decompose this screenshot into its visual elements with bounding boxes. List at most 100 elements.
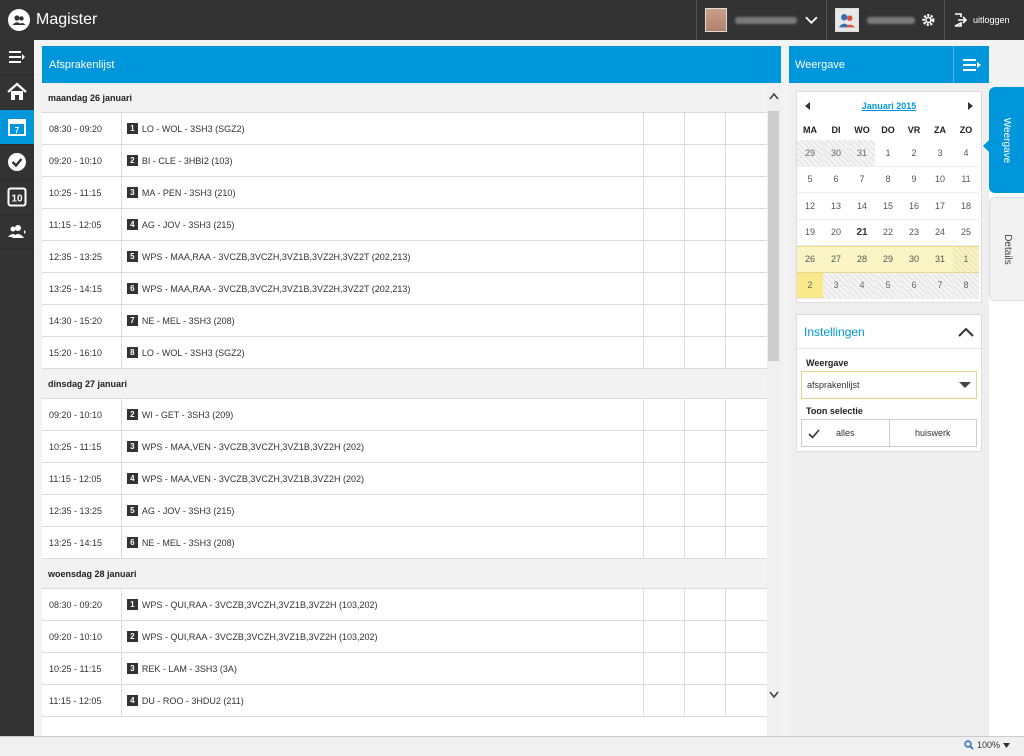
option-all-button[interactable]: alles (802, 420, 889, 446)
previous-month-icon[interactable] (803, 101, 813, 111)
nav-tasks[interactable] (0, 145, 34, 180)
calendar-day[interactable]: 31 (927, 246, 953, 273)
calendar-day[interactable]: 12 (797, 193, 823, 220)
calendar-day[interactable]: 1 (953, 246, 979, 273)
menu-toggle-button[interactable] (0, 40, 34, 75)
appointment-description-cell: 3 MA - PEN - 3SH3 (210) (122, 177, 645, 208)
appointment-row[interactable]: 13:25 - 14:15 6 NE - MEL - 3SH3 (208) (42, 527, 767, 559)
appointment-description: LO - WOL - 3SH3 (SGZ2) (141, 347, 245, 358)
appointment-time: 11:15 - 12:05 (42, 685, 122, 716)
calendar-day[interactable]: 21 (849, 220, 875, 246)
appointment-description-cell: 4 AG - JOV - 3SH3 (215) (122, 209, 645, 240)
appointment-row[interactable]: 09:20 - 10:10 2 WI - GET - 3SH3 (209) (42, 399, 767, 431)
nav-agenda[interactable]: 7 (0, 110, 34, 145)
scroll-thumb[interactable] (768, 111, 779, 361)
calendar-day[interactable]: 7 (849, 167, 875, 193)
appointment-extra-cell (644, 113, 686, 144)
calendar-day[interactable]: 20 (823, 220, 849, 246)
option-homework-button[interactable]: huiswerk (888, 420, 977, 446)
calendar-day[interactable]: 6 (823, 167, 849, 193)
grade-ten-icon: 10 (7, 187, 27, 207)
calendar-day[interactable]: 17 (927, 193, 953, 220)
calendar-day[interactable]: 29 (875, 246, 901, 273)
appointment-row[interactable]: 11:15 - 12:05 4 DU - ROO - 3HDU2 (211) (42, 685, 767, 717)
gear-icon[interactable] (921, 12, 936, 28)
calendar-day[interactable]: 8 (953, 272, 979, 299)
logout-button[interactable]: uitloggen (944, 0, 1024, 40)
appointment-row[interactable]: 10:25 - 11:15 3 MA - PEN - 3SH3 (210) (42, 177, 767, 209)
appointment-description-cell: 3 WPS - MAA,VEN - 3VCZB,3VCZH,3VZ1B,3VZ2H… (122, 431, 645, 462)
mini-calendar: Januari 2015 MA DI WO DO VR ZA ZO 29 30 31 1 2 3 4 5 6… (796, 91, 982, 303)
calendar-day[interactable]: 24 (927, 220, 953, 246)
zoom-control[interactable]: 100% (964, 740, 1010, 750)
calendar-day[interactable]: 28 (849, 246, 875, 273)
zoom-level: 100% (976, 740, 1000, 750)
calendar-day[interactable]: 27 (823, 246, 849, 273)
nav-contacts[interactable] (0, 215, 34, 250)
user-menu[interactable] (696, 0, 826, 40)
calendar-day[interactable]: 3 (927, 140, 953, 167)
calendar-day[interactable]: 16 (901, 193, 927, 220)
calendar-day[interactable]: 29 (797, 140, 823, 167)
appointment-description-cell: 1 LO - WOL - 3SH3 (SGZ2) (122, 113, 645, 144)
calendar-day[interactable]: 25 (953, 220, 979, 246)
calendar-day[interactable]: 18 (953, 193, 979, 220)
nav-grades[interactable]: 10 (0, 180, 34, 215)
calendar-day[interactable]: 3 (823, 272, 849, 299)
calendar-day[interactable]: 4 (953, 140, 979, 167)
list-scrollbar[interactable] (767, 83, 781, 736)
appointment-row[interactable]: 13:25 - 14:15 6 WPS - MAA,RAA - 3VCZB,3VCZ… (42, 273, 767, 305)
appointment-row[interactable]: 08:30 - 09:20 1 WPS - QUI,RAA - 3VCZB,3VCZ… (42, 589, 767, 621)
appointment-row[interactable]: 12:35 - 13:25 5 AG - JOV - 3SH3 (215) (42, 495, 767, 527)
calendar-day[interactable]: 30 (823, 140, 849, 167)
calendar-day[interactable]: 5 (797, 167, 823, 193)
weekday-label: DI (831, 125, 841, 135)
calendar-day[interactable]: 4 (849, 272, 875, 299)
appointment-row[interactable]: 08:30 - 09:20 1 LO - WOL - 3SH3 (SGZ2) (42, 113, 767, 145)
calendar-day[interactable]: 11 (953, 167, 979, 193)
appointment-row[interactable]: 09:20 - 10:10 2 BI - CLE - 3HBI2 (103) (42, 145, 767, 177)
appointment-row[interactable]: 10:25 - 11:15 3 REK - LAM - 3SH3 (3A) (42, 653, 767, 685)
tab-details[interactable]: Details (989, 197, 1024, 301)
calendar-day[interactable]: 31 (849, 140, 875, 167)
calendar-day[interactable]: 9 (901, 167, 927, 193)
appointment-row[interactable]: 10:25 - 11:15 3 WPS - MAA,VEN - 3VCZB,3VCZ… (42, 431, 767, 463)
day-header: maandag 26 januari (42, 83, 767, 113)
sidebar-menu-button[interactable] (953, 46, 989, 83)
calendar-day[interactable]: 10 (927, 167, 953, 193)
calendar-day[interactable]: 14 (849, 193, 875, 220)
calendar-day[interactable]: 15 (875, 193, 901, 220)
scroll-down-icon[interactable] (767, 688, 781, 702)
calendar-day[interactable]: 22 (875, 220, 901, 246)
nav-home[interactable] (0, 75, 34, 110)
appointment-row[interactable]: 15:20 - 16:10 8 LO - WOL - 3SH3 (SGZ2) (42, 337, 767, 369)
calendar-day[interactable]: 2 (797, 272, 823, 299)
chevron-up-icon[interactable] (958, 327, 974, 337)
calendar-day[interactable]: 23 (901, 220, 927, 246)
calendar-day[interactable]: 6 (901, 272, 927, 299)
calendar-day[interactable]: 30 (901, 246, 927, 273)
calendar-day[interactable]: 8 (875, 167, 901, 193)
appointment-row[interactable]: 11:15 - 12:05 4 WPS - MAA,VEN - 3VCZB,3VCZ… (42, 463, 767, 495)
calendar-day[interactable]: 5 (875, 272, 901, 299)
calendar-day[interactable]: 26 (797, 246, 823, 273)
appointment-row[interactable]: 11:15 - 12:05 4 AG - JOV - 3SH3 (215) (42, 209, 767, 241)
tab-weergave[interactable]: Weergave (989, 87, 1024, 193)
calendar-day[interactable]: 1 (875, 140, 901, 167)
next-month-icon[interactable] (965, 101, 975, 111)
appointment-row[interactable]: 09:20 - 10:10 2 WPS - QUI,RAA - 3VCZB,3VCZ… (42, 621, 767, 653)
calendar-day[interactable]: 19 (797, 220, 823, 246)
calendar-day[interactable]: 2 (901, 140, 927, 167)
calendar-day[interactable]: 13 (823, 193, 849, 220)
account-menu[interactable] (826, 0, 944, 40)
weergave-select[interactable]: afsprakenlijst (801, 371, 977, 399)
appointment-row[interactable]: 14:30 - 15:20 7 NE - MEL - 3SH3 (208) (42, 305, 767, 337)
selectie-label: Toon selectie (806, 406, 863, 416)
calendar-month-link[interactable]: Januari 2015 (862, 101, 917, 111)
lesson-hour-badge: 5 (126, 251, 138, 262)
settings-header[interactable]: Instellingen (797, 315, 981, 349)
appointment-row[interactable]: 12:35 - 13:25 5 WPS - MAA,RAA - 3VCZB,3VCZ… (42, 241, 767, 273)
chevron-down-icon[interactable] (805, 13, 818, 27)
calendar-day[interactable]: 7 (927, 272, 953, 299)
scroll-up-icon[interactable] (767, 89, 781, 103)
